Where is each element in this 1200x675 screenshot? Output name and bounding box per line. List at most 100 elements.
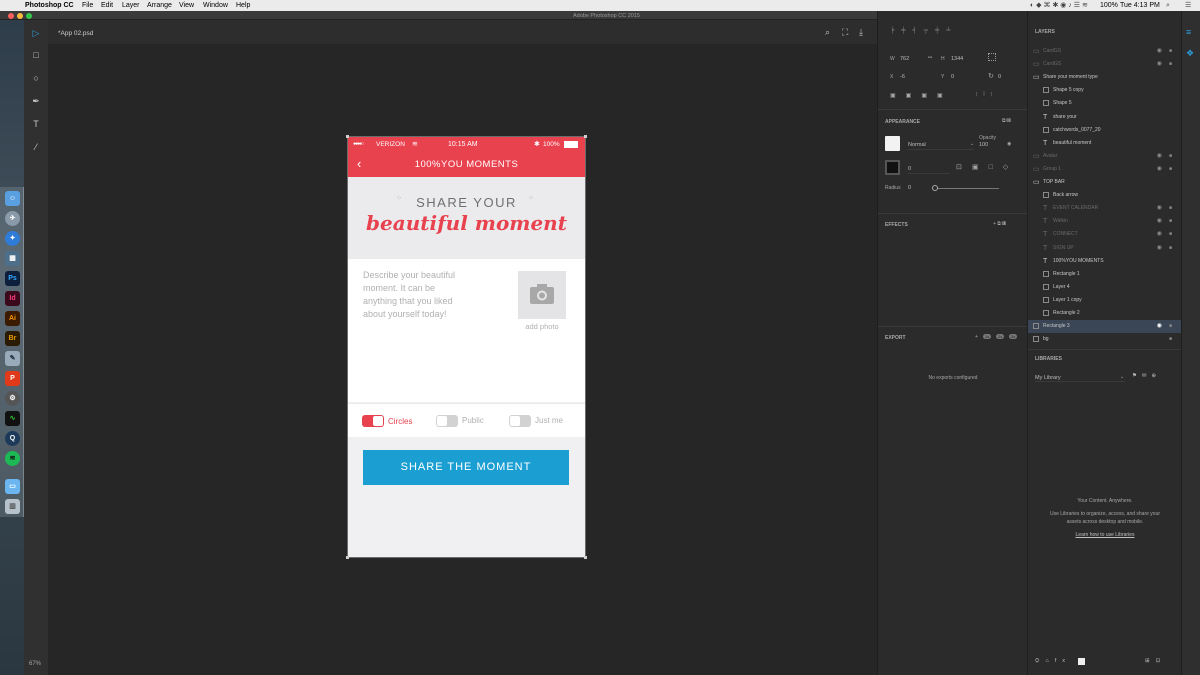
menu-window[interactable]: Window <box>203 0 228 11</box>
libraries-toggle-icon[interactable]: ❖ <box>1186 48 1194 59</box>
radius-slider-knob[interactable] <box>932 185 938 191</box>
menu-layer[interactable]: Layer <box>122 0 140 11</box>
lock-icon[interactable]: ■ <box>1169 163 1172 176</box>
export-icon[interactable]: ⤓ <box>859 27 863 38</box>
indesign-icon[interactable]: Id <box>5 291 20 306</box>
visibility-icon[interactable]: ◉ <box>1157 150 1162 163</box>
libraries-learn-link[interactable]: Learn how to use Libraries <box>1028 532 1182 538</box>
document-tab[interactable]: *App 02.psd <box>58 30 93 37</box>
library-footer-icons[interactable]: ⊞⊡ <box>1145 658 1166 664</box>
spotify-icon[interactable]: ≋ <box>5 451 20 466</box>
description-area[interactable]: Describe your beautiful moment. It can b… <box>348 259 585 402</box>
lock-icon[interactable]: ■ <box>1169 45 1172 58</box>
layer-row[interactable]: Rectangle 2 <box>1028 307 1182 320</box>
add-photo-button[interactable] <box>518 271 566 319</box>
share-the-moment-button[interactable]: SHARE THE MOMENT <box>363 450 569 485</box>
rectangle-tool-icon[interactable]: □ <box>30 49 42 61</box>
selection-handle[interactable] <box>584 135 587 138</box>
close-window-button[interactable] <box>8 13 14 19</box>
export-tag-1x[interactable]: 1x <box>983 334 992 339</box>
ellipse-tool-icon[interactable]: ○ <box>30 72 42 84</box>
preview-icon[interactable]: ▦ <box>5 251 20 266</box>
battery-percent[interactable]: 100% <box>1100 0 1118 11</box>
layer-row[interactable]: Tshare your <box>1028 111 1182 124</box>
stroke-swatch[interactable] <box>885 160 900 175</box>
bridge-icon[interactable]: Br <box>5 331 20 346</box>
visibility-icon[interactable]: ◉ <box>1157 228 1162 241</box>
export-tag-3x[interactable]: 3x <box>1009 334 1018 339</box>
layer-row[interactable]: T EVENT CALENDAR ◉ ■ <box>1028 202 1182 215</box>
h-value[interactable]: 1344 <box>951 56 963 62</box>
chevron-down-icon[interactable]: ⌄ <box>1120 374 1124 380</box>
visibility-icon[interactable]: ◉ <box>1157 215 1162 228</box>
layer-row[interactable]: Back arrow <box>1028 189 1182 202</box>
properties-toggle-icon[interactable]: ≡ <box>1186 27 1191 37</box>
distribute-icons[interactable]: ⦙⦚⦙ <box>976 92 998 99</box>
color-swatch-icon[interactable] <box>1078 658 1085 665</box>
layer-row[interactable]: ▭ CardGS ◉ ■ <box>1028 58 1182 71</box>
layer-row[interactable]: ▭ Share your moment type <box>1028 71 1182 84</box>
rotate-icon[interactable]: ↻ <box>988 72 994 80</box>
layer-row[interactable]: Shape 5 copy <box>1028 84 1182 97</box>
artboard-phone[interactable]: ●●●●○ VERIZON ≋ 10:15 AM ✱ 100% ‹ 100%YO… <box>347 136 586 558</box>
library-actions-icons[interactable]: ⚑✉⊕ <box>1132 373 1161 379</box>
constrain-icon[interactable] <box>988 53 996 61</box>
quicktime-icon[interactable]: Q <box>5 431 20 446</box>
toggle-public[interactable] <box>436 415 458 427</box>
effects-actions-icon[interactable]: + ⧉ ▥ <box>993 221 1006 227</box>
trash-icon[interactable]: ▥ <box>5 499 20 514</box>
description-placeholder[interactable]: Describe your beautiful moment. It can b… <box>363 269 455 321</box>
app-menu[interactable]: Photoshop CC <box>25 0 74 11</box>
sketchbook-icon[interactable]: ✎ <box>5 351 20 366</box>
lock-icon[interactable]: ■ <box>1169 215 1172 228</box>
eyedropper-tool-icon[interactable]: ⁄ <box>30 141 42 153</box>
radius-value[interactable]: 0 <box>908 185 911 191</box>
layer-row[interactable]: catchwords_0077_20 <box>1028 124 1182 137</box>
select-tool-icon[interactable]: ▷ <box>30 27 42 39</box>
zoom-level[interactable]: 67% <box>29 661 41 667</box>
toggle-just-me[interactable] <box>509 415 531 427</box>
menu-view[interactable]: View <box>179 0 194 11</box>
layer-row[interactable]: Rectangle 3 ◉ ■ <box>1028 320 1182 334</box>
lock-icon[interactable]: ■ <box>1169 150 1172 163</box>
w-value[interactable]: 762 <box>900 56 909 62</box>
status-icons[interactable]: ◐ ◆ ⌘ ✱ ◉ ♪ ☰ ≋ <box>1030 0 1088 11</box>
layer-row[interactable]: T SIGN UP ◉ ■ <box>1028 242 1182 255</box>
visibility-icon[interactable]: ◉ <box>1157 45 1162 58</box>
clock[interactable]: Tue 4:13 PM <box>1120 0 1160 11</box>
rotation-value[interactable]: 0 <box>998 74 1001 80</box>
add-export-icon[interactable]: + <box>975 334 978 340</box>
radius-slider[interactable] <box>934 188 999 189</box>
activity-monitor-icon[interactable]: ∿ <box>5 411 20 426</box>
eye-icon[interactable]: ◉ <box>1007 141 1011 147</box>
stroke-align-icons[interactable]: ⊡▣□◇ <box>956 163 1018 171</box>
search-icon[interactable]: ⌕ <box>825 27 830 38</box>
stroke-value[interactable]: 0 <box>908 166 911 172</box>
lock-icon[interactable]: ■ <box>1169 58 1172 71</box>
lock-icon[interactable]: ■ <box>1169 320 1172 333</box>
menu-arrange[interactable]: Arrange <box>147 0 172 11</box>
launchpad-icon[interactable]: ✈ <box>5 211 20 226</box>
appearance-actions-icon[interactable]: ⧉ ▥ <box>1002 118 1011 124</box>
zoom-window-button[interactable] <box>26 13 32 19</box>
search-icon[interactable]: ⌕ <box>1166 0 1170 11</box>
selection-handle[interactable] <box>346 556 349 559</box>
notification-center-icon[interactable]: ☰ <box>1185 0 1191 11</box>
menu-edit[interactable]: Edit <box>101 0 113 11</box>
chevron-down-icon[interactable]: ⌄ <box>970 141 974 147</box>
artboard-icon[interactable]: ⛶ <box>842 27 848 38</box>
illustrator-icon[interactable]: Ai <box>5 311 20 326</box>
export-tag-2x[interactable]: 2x <box>996 334 1005 339</box>
layer-row[interactable]: T Welkin ◉ ■ <box>1028 215 1182 228</box>
layer-row[interactable]: Layer 4 <box>1028 281 1182 294</box>
layer-row[interactable]: Layer 1 copy <box>1028 294 1182 307</box>
y-value[interactable]: 0 <box>951 74 954 80</box>
layer-row[interactable]: ▭ Group 1 ◉ ■ <box>1028 163 1182 176</box>
visibility-icon[interactable]: ◉ <box>1157 202 1162 215</box>
paintbrush-icon[interactable]: P <box>5 371 20 386</box>
photoshop-icon[interactable]: Ps <box>5 271 20 286</box>
pen-tool-icon[interactable]: ✒ <box>30 95 42 107</box>
visibility-icon[interactable]: ◉ <box>1157 58 1162 71</box>
visibility-icon[interactable]: ◉ <box>1157 242 1162 255</box>
layer-row[interactable]: bg ■ <box>1028 333 1182 346</box>
